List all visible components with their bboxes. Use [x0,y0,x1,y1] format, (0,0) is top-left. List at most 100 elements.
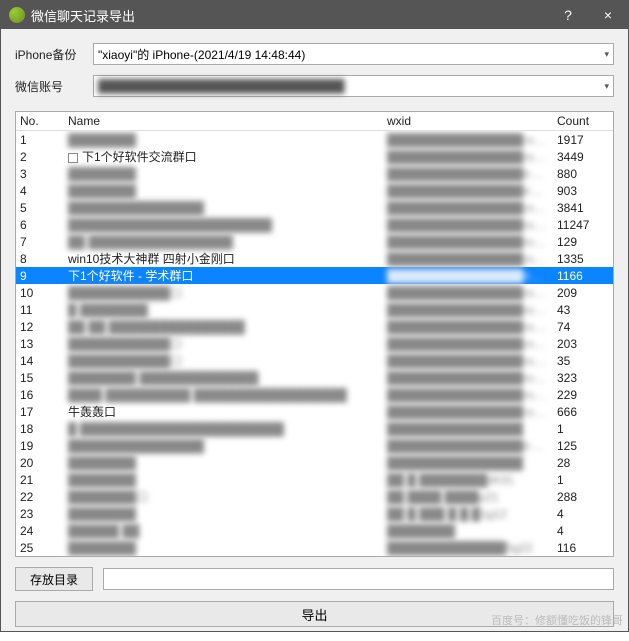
cell-count: 903 [553,182,613,200]
main-window: 微信聊天记录导出 ? × iPhone备份 "xiaoyi"的 iPhone-(… [0,0,629,632]
cell-count: 1917 [553,131,613,149]
backup-value: "xiaoyi"的 iPhone-(2021/4/19 14:48:44) [98,46,305,63]
cell-no: 11 [16,301,64,319]
account-select[interactable]: █████████████████████████████ ▾ [93,75,614,97]
table-row[interactable]: 1████████████████████████room1917 [16,131,613,148]
backup-select[interactable]: "xiaoyi"的 iPhone-(2021/4/19 14:48:44) ▾ [93,43,614,65]
table-row[interactable]: 23██████████ █ ███ █ █ █1g124 [16,505,613,522]
cell-count: 880 [553,165,613,183]
cell-wxid: ████████████████room [383,335,553,353]
save-dir-input[interactable] [103,568,614,590]
cell-wxid: ████████████████room [383,131,553,149]
cell-name: █ ████████████████████████ [64,420,383,438]
cell-wxid: ████████████████troom [383,182,553,200]
table-row[interactable]: 10████████████口████████████████room209 [16,284,613,301]
cell-no: 23 [16,505,64,523]
close-button[interactable]: × [588,1,628,29]
table-row[interactable]: 24██████ ██████████4 [16,522,613,539]
chevron-down-icon: ▾ [604,81,609,92]
cell-count: 4 [553,522,613,540]
cell-no: 14 [16,352,64,370]
cell-wxid: ████████████████room [383,403,553,421]
cell-count: 116 [553,539,613,557]
cell-count: 203 [553,335,613,353]
table-row[interactable]: 17牛轰轰口████████████████room666 [16,403,613,420]
table-row[interactable]: 3████████████████████████troom880 [16,165,613,182]
help-button[interactable]: ? [548,1,588,29]
table-row[interactable]: 18█ ████████████████████████████████████… [16,420,613,437]
save-dir-button[interactable]: 存放目录 [15,567,93,591]
cell-wxid: ████████████████room [383,148,553,166]
cell-no: 17 [16,403,64,421]
cell-name: ████████████████ [64,437,383,455]
cell-count: 1 [553,471,613,489]
account-row: 微信账号 █████████████████████████████ ▾ [15,75,614,97]
cell-count: 74 [553,318,613,336]
table-row[interactable]: 5████████████████████████████████room384… [16,199,613,216]
backup-label: iPhone备份 [15,46,93,63]
table-row[interactable]: 14████████████口████████████████room35 [16,352,613,369]
cell-wxid: ████████████████room [383,216,553,234]
table-row[interactable]: 4████████████████████████troom903 [16,182,613,199]
table-row[interactable]: 22████████口██ ████ ████p21288 [16,488,613,505]
cell-count: 288 [553,488,613,506]
cell-no: 20 [16,454,64,472]
cell-count: 229 [553,386,613,404]
cell-wxid: ████████████████ [383,454,553,472]
cell-wxid: ████████████████room [383,318,553,336]
cell-no: 21 [16,471,64,489]
cell-wxid: ████████████████room [383,284,553,302]
table-row[interactable]: 25██████████████████████5g22116 [16,539,613,556]
path-row: 存放目录 [15,567,614,591]
backup-row: iPhone备份 "xiaoyi"的 iPhone-(2021/4/19 14:… [15,43,614,65]
cell-count: 1335 [553,250,613,268]
window-body: iPhone备份 "xiaoyi"的 iPhone-(2021/4/19 14:… [1,29,628,641]
cell-name: ████████ ██████████████ [64,369,383,387]
cell-no: 9 [16,267,64,285]
cell-count: 1 [553,420,613,438]
cell-count: 3841 [553,199,613,217]
table-header: No. Name wxid Count [16,112,613,131]
cell-count: 129 [553,233,613,251]
item-icon [68,153,78,163]
table-body[interactable]: 1████████████████████████room19172下1个好软件… [16,131,613,556]
table-row[interactable]: 2下1个好软件交流群口████████████████room3449 [16,148,613,165]
cell-count: 209 [553,284,613,302]
table-row[interactable]: 20████████████████████████28 [16,454,613,471]
cell-name: ████████ [64,131,383,149]
cell-no: 12 [16,318,64,336]
table-row[interactable]: 15████████ █████████████████████████████… [16,369,613,386]
table-row[interactable]: 19████████████████████████████████troom1… [16,437,613,454]
cell-wxid: ████████████████room [383,199,553,217]
cell-no: 15 [16,369,64,387]
cell-count: 666 [553,403,613,421]
cell-no: 3 [16,165,64,183]
cell-no: 19 [16,437,64,455]
cell-name: ████████ [64,182,383,200]
th-count[interactable]: Count [553,112,613,130]
th-name[interactable]: Name [64,112,383,130]
cell-count: 11247 [553,216,613,234]
table-row[interactable]: 7██ █████████████████████████████████roo… [16,233,613,250]
cell-count: 35 [553,352,613,370]
cell-no: 8 [16,250,64,268]
cell-no: 10 [16,284,64,302]
cell-no: 5 [16,199,64,217]
cell-wxid: ████████████████ [383,420,553,438]
cell-no: 24 [16,522,64,540]
chat-table: No. Name wxid Count 1███████████████████… [15,111,614,557]
cell-wxid: ████████████████troom [383,437,553,455]
cell-name: ████████ [64,539,383,557]
cell-wxid: ████████████████troom [383,165,553,183]
table-row[interactable]: 6███████████████████████████████████████… [16,216,613,233]
table-row[interactable]: 16████ ██████████ ██████████████████████… [16,386,613,403]
cell-name: ████████ [64,165,383,183]
cell-wxid: ██ █ ███ █ █ █1g12 [383,505,553,523]
cell-name: ██ █████████████████ [64,233,383,251]
cell-no: 22 [16,488,64,506]
th-wxid[interactable]: wxid [383,112,553,130]
watermark-text: 百度号：修额懂吃饭的锋哥 [491,612,623,628]
cell-wxid: ██ █ ████████dh31 [383,471,553,489]
th-no[interactable]: No. [16,112,64,130]
table-row[interactable]: 11█ ████████████████████████room43 [16,301,613,318]
